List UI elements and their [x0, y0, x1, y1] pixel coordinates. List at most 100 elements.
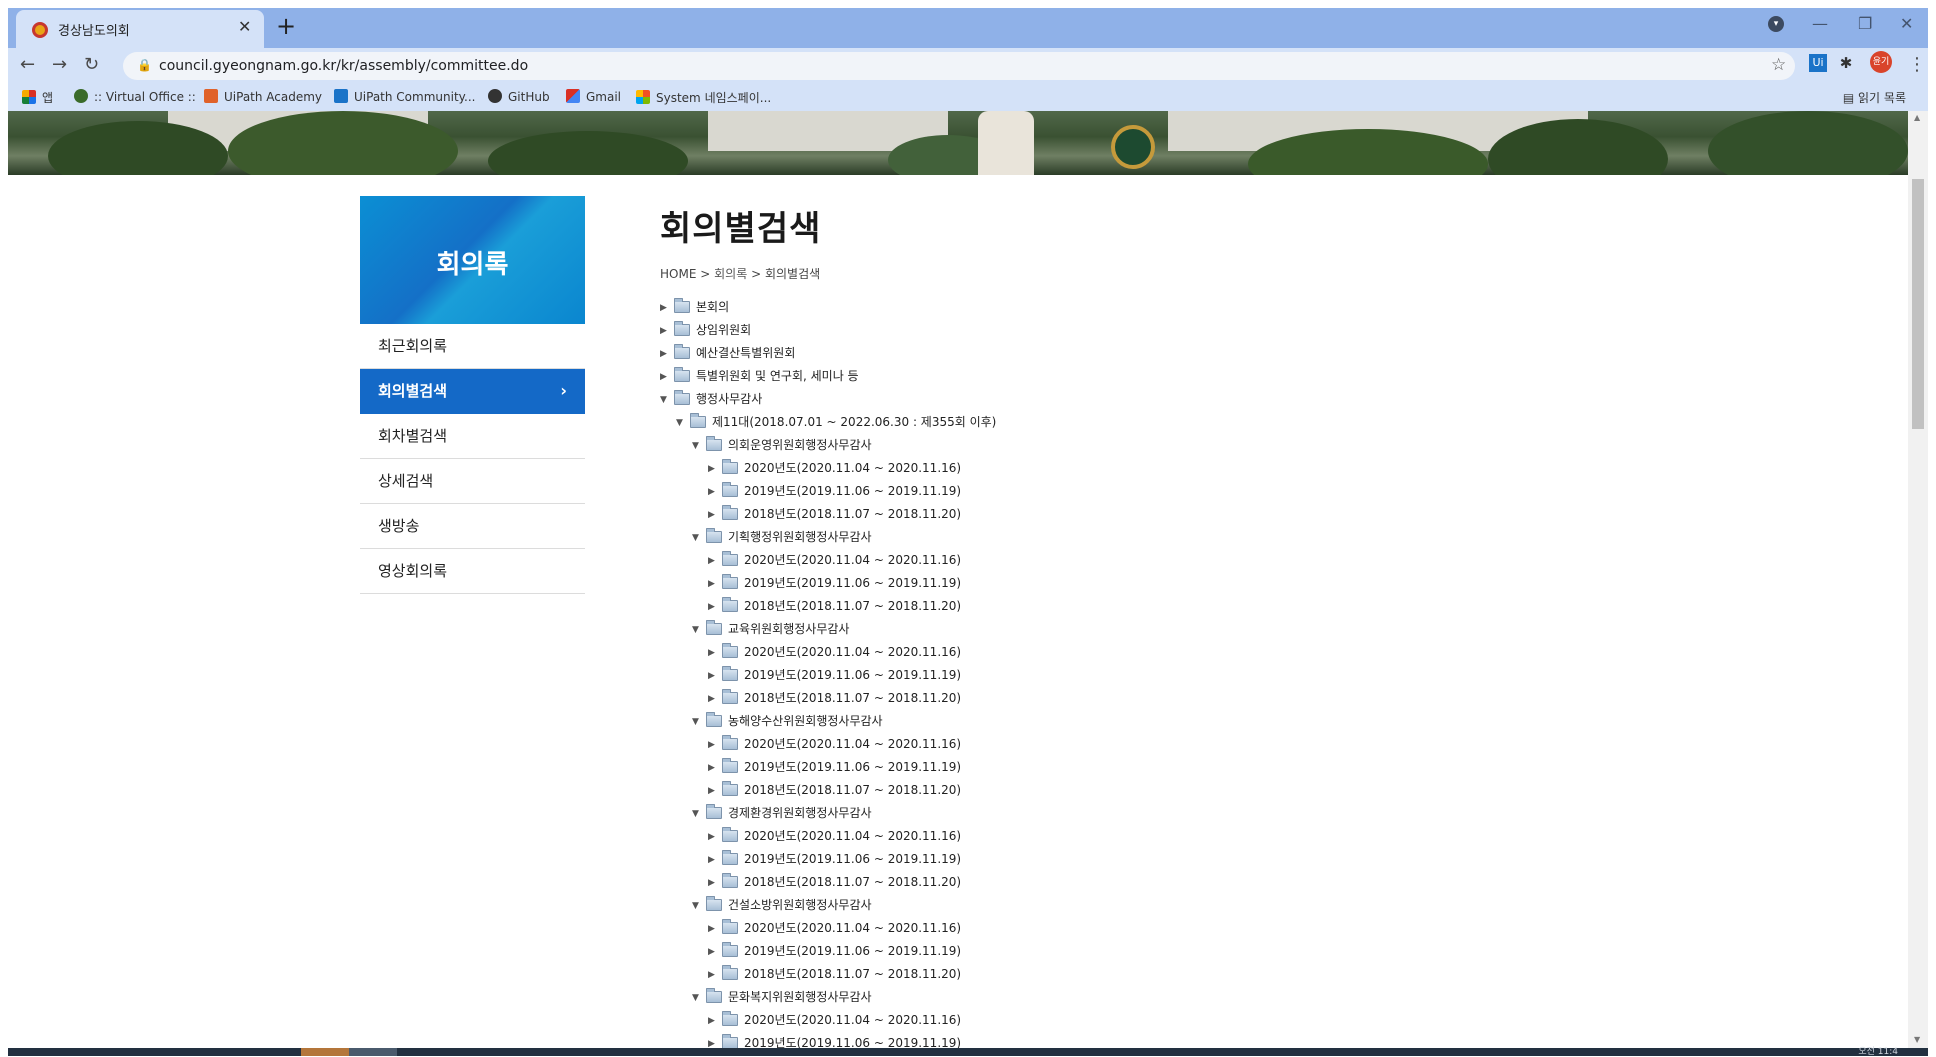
extensions-puzzle-icon[interactable]: ✱: [1837, 54, 1855, 72]
expand-down-triangle-icon[interactable]: ▼: [692, 712, 704, 732]
taskbar-app-button[interactable]: [349, 1048, 397, 1056]
page-scrollbar[interactable]: ▲ ▼: [1908, 111, 1928, 1048]
tree-node-label[interactable]: 경제환경위원회행정사무감사: [728, 806, 872, 820]
collapse-right-triangle-icon[interactable]: ▶: [708, 574, 720, 594]
collapse-right-triangle-icon[interactable]: ▶: [708, 735, 720, 755]
tree-node-label[interactable]: 2018년도(2018.11.07 ~ 2018.11.20): [744, 967, 961, 981]
taskbar-app-button[interactable]: [301, 1048, 349, 1056]
scrollbar-thumb[interactable]: [1912, 179, 1924, 429]
expand-down-triangle-icon[interactable]: ▼: [660, 390, 672, 410]
bookmark-uipath-community[interactable]: UiPath Community...: [334, 89, 475, 104]
tree-node[interactable]: ▼ 건설소방위원회행정사무감사: [692, 895, 872, 915]
collapse-right-triangle-icon[interactable]: ▶: [708, 1034, 720, 1048]
tree-node-label[interactable]: 2020년도(2020.11.04 ~ 2020.11.16): [744, 1013, 961, 1027]
bookmark-uipath-academy[interactable]: UiPath Academy: [204, 89, 322, 104]
sidebar-item-live[interactable]: 생방송: [360, 504, 585, 549]
collapse-right-triangle-icon[interactable]: ▶: [660, 298, 672, 318]
tree-node-label[interactable]: 2019년도(2019.11.06 ~ 2019.11.19): [744, 1036, 961, 1048]
expand-down-triangle-icon[interactable]: ▼: [692, 804, 704, 824]
profile-avatar[interactable]: 윤기: [1870, 51, 1892, 73]
tree-node-label[interactable]: 2020년도(2020.11.04 ~ 2020.11.16): [744, 461, 961, 475]
tree-node-label[interactable]: 2018년도(2018.11.07 ~ 2018.11.20): [744, 691, 961, 705]
bookmark-system-namespace[interactable]: System 네임스페이...: [636, 89, 771, 106]
tree-node[interactable]: ▶ 2018년도(2018.11.07 ~ 2018.11.20): [708, 964, 961, 984]
collapse-right-triangle-icon[interactable]: ▶: [708, 781, 720, 801]
scroll-down-icon[interactable]: ▼: [1914, 1035, 1920, 1044]
expand-down-triangle-icon[interactable]: ▼: [692, 896, 704, 916]
tree-node[interactable]: ▶ 2020년도(2020.11.04 ~ 2020.11.16): [708, 918, 961, 938]
collapse-right-triangle-icon[interactable]: ▶: [708, 965, 720, 985]
tree-node-label[interactable]: 2018년도(2018.11.07 ~ 2018.11.20): [744, 783, 961, 797]
tree-node-label[interactable]: 2018년도(2018.11.07 ~ 2018.11.20): [744, 875, 961, 889]
tree-node-label[interactable]: 2020년도(2020.11.04 ~ 2020.11.16): [744, 737, 961, 751]
tree-node[interactable]: ▶ 2018년도(2018.11.07 ~ 2018.11.20): [708, 780, 961, 800]
url-text[interactable]: council.gyeongnam.go.kr/kr/assembly/comm…: [159, 58, 528, 74]
tree-node[interactable]: ▶ 2019년도(2019.11.06 ~ 2019.11.19): [708, 941, 961, 961]
minimize-icon[interactable]: —: [1812, 14, 1828, 33]
tree-node[interactable]: ▶ 특별위원회 및 연구회, 세미나 등: [660, 366, 859, 386]
collapse-right-triangle-icon[interactable]: ▶: [660, 367, 672, 387]
browser-tab[interactable]: 경상남도의회 ✕: [16, 10, 264, 48]
forward-arrow-icon[interactable]: →: [52, 54, 67, 75]
tree-node[interactable]: ▶ 2018년도(2018.11.07 ~ 2018.11.20): [708, 504, 961, 524]
tree-node[interactable]: ▶ 2019년도(2019.11.06 ~ 2019.11.19): [708, 757, 961, 777]
tree-node-label[interactable]: 2019년도(2019.11.06 ~ 2019.11.19): [744, 484, 961, 498]
tree-node[interactable]: ▶ 2019년도(2019.11.06 ~ 2019.11.19): [708, 573, 961, 593]
tree-node-label[interactable]: 의회운영위원회행정사무감사: [728, 438, 872, 452]
collapse-right-triangle-icon[interactable]: ▶: [708, 505, 720, 525]
tree-node-label[interactable]: 2020년도(2020.11.04 ~ 2020.11.16): [744, 921, 961, 935]
sidebar-item-by-meeting[interactable]: 회의별검색 ›: [360, 369, 585, 414]
collapse-right-triangle-icon[interactable]: ▶: [708, 666, 720, 686]
bookmark-virtual-office[interactable]: :: Virtual Office ::: [74, 89, 196, 104]
tree-node-label[interactable]: 행정사무감사: [696, 392, 762, 406]
tab-search-icon[interactable]: ▾: [1768, 16, 1784, 32]
tree-node[interactable]: ▼ 문화복지위원회행정사무감사: [692, 987, 872, 1007]
tree-node[interactable]: ▶ 2019년도(2019.11.06 ~ 2019.11.19): [708, 849, 961, 869]
new-tab-button[interactable]: +: [276, 14, 296, 38]
tree-node-label[interactable]: 2018년도(2018.11.07 ~ 2018.11.20): [744, 507, 961, 521]
expand-down-triangle-icon[interactable]: ▼: [692, 620, 704, 640]
expand-down-triangle-icon[interactable]: ▼: [692, 528, 704, 548]
tree-node[interactable]: ▼ 행정사무감사: [660, 389, 762, 409]
tree-node-label[interactable]: 제11대(2018.07.01 ~ 2022.06.30 : 제355회 이후): [712, 415, 996, 429]
tree-node[interactable]: ▶ 2020년도(2020.11.04 ~ 2020.11.16): [708, 734, 961, 754]
tree-node[interactable]: ▶ 2018년도(2018.11.07 ~ 2018.11.20): [708, 688, 961, 708]
sidebar-item-video[interactable]: 영상회의록: [360, 549, 585, 594]
restore-icon[interactable]: ❐: [1858, 14, 1872, 33]
tree-node-label[interactable]: 건설소방위원회행정사무감사: [728, 898, 872, 912]
tree-node-label[interactable]: 2020년도(2020.11.04 ~ 2020.11.16): [744, 829, 961, 843]
tree-node[interactable]: ▶ 2020년도(2020.11.04 ~ 2020.11.16): [708, 1010, 961, 1030]
tree-node-label[interactable]: 본회의: [696, 300, 729, 314]
collapse-right-triangle-icon[interactable]: ▶: [708, 689, 720, 709]
tree-node[interactable]: ▼ 제11대(2018.07.01 ~ 2022.06.30 : 제355회 이후…: [676, 412, 996, 432]
tree-node[interactable]: ▼ 기획행정위원회행정사무감사: [692, 527, 872, 547]
tree-node[interactable]: ▶ 예산결산특별위원회: [660, 343, 795, 363]
bookmark-apps[interactable]: 앱: [22, 89, 53, 106]
collapse-right-triangle-icon[interactable]: ▶: [708, 942, 720, 962]
tree-node-label[interactable]: 예산결산특별위원회: [696, 346, 795, 360]
bookmark-star-icon[interactable]: ☆: [1771, 55, 1786, 75]
window-close-icon[interactable]: ✕: [1900, 14, 1913, 33]
tree-node-label[interactable]: 2019년도(2019.11.06 ~ 2019.11.19): [744, 760, 961, 774]
bookmark-github[interactable]: GitHub: [488, 89, 550, 104]
tree-node[interactable]: ▼ 농해양수산위원회행정사무감사: [692, 711, 883, 731]
expand-down-triangle-icon[interactable]: ▼: [692, 988, 704, 1008]
tree-node[interactable]: ▶ 2019년도(2019.11.06 ~ 2019.11.19): [708, 1033, 961, 1048]
bookmark-gmail[interactable]: Gmail: [566, 89, 621, 104]
sidebar-item-recent[interactable]: 최근회의록: [360, 324, 585, 369]
tree-node-label[interactable]: 2020년도(2020.11.04 ~ 2020.11.16): [744, 645, 961, 659]
expand-down-triangle-icon[interactable]: ▼: [676, 413, 688, 433]
tree-node[interactable]: ▶ 2019년도(2019.11.06 ~ 2019.11.19): [708, 665, 961, 685]
breadcrumb-level1[interactable]: 회의록: [714, 267, 747, 281]
tree-node[interactable]: ▶ 2019년도(2019.11.06 ~ 2019.11.19): [708, 481, 961, 501]
tree-node[interactable]: ▶ 2020년도(2020.11.04 ~ 2020.11.16): [708, 642, 961, 662]
tree-node[interactable]: ▶ 상임위원회: [660, 320, 751, 340]
tree-node-label[interactable]: 상임위원회: [696, 323, 751, 337]
tree-node-label[interactable]: 2018년도(2018.11.07 ~ 2018.11.20): [744, 599, 961, 613]
collapse-right-triangle-icon[interactable]: ▶: [660, 344, 672, 364]
tree-node-label[interactable]: 교육위원회행정사무감사: [728, 622, 849, 636]
sidebar-item-detailed-search[interactable]: 상세검색: [360, 459, 585, 504]
address-bar[interactable]: 🔒 council.gyeongnam.go.kr/kr/assembly/co…: [123, 52, 1795, 80]
uipath-extension-icon[interactable]: Ui: [1809, 54, 1827, 72]
collapse-right-triangle-icon[interactable]: ▶: [708, 482, 720, 502]
